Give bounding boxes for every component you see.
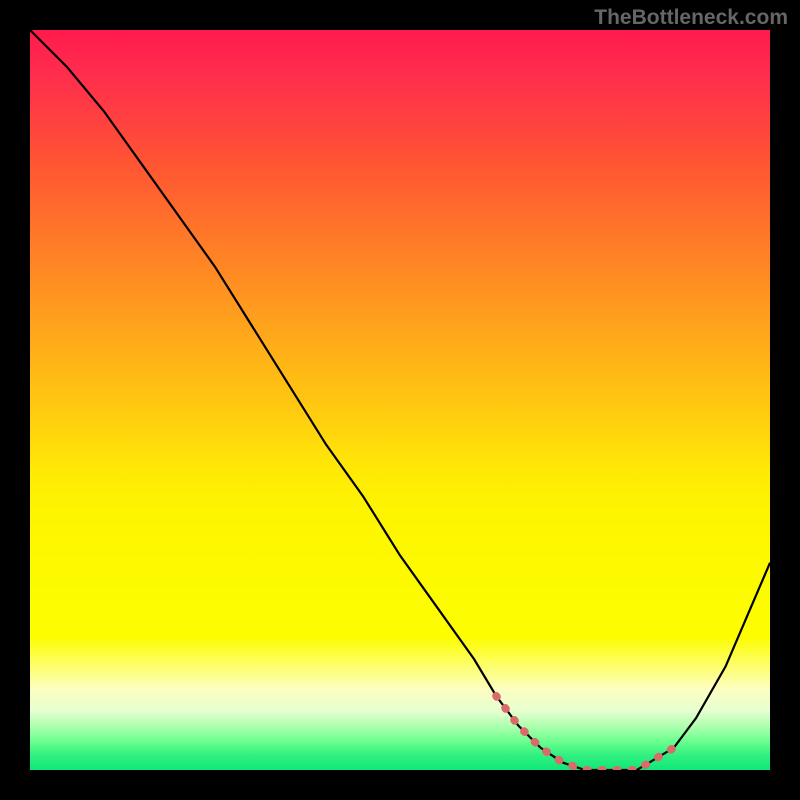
chart-container: TheBottleneck.com — [0, 0, 800, 800]
attribution-label: TheBottleneck.com — [594, 6, 788, 30]
bottleneck-curve — [30, 30, 770, 770]
chart-svg — [30, 30, 770, 770]
plot-area — [30, 30, 770, 770]
highlight-markers — [496, 696, 674, 770]
